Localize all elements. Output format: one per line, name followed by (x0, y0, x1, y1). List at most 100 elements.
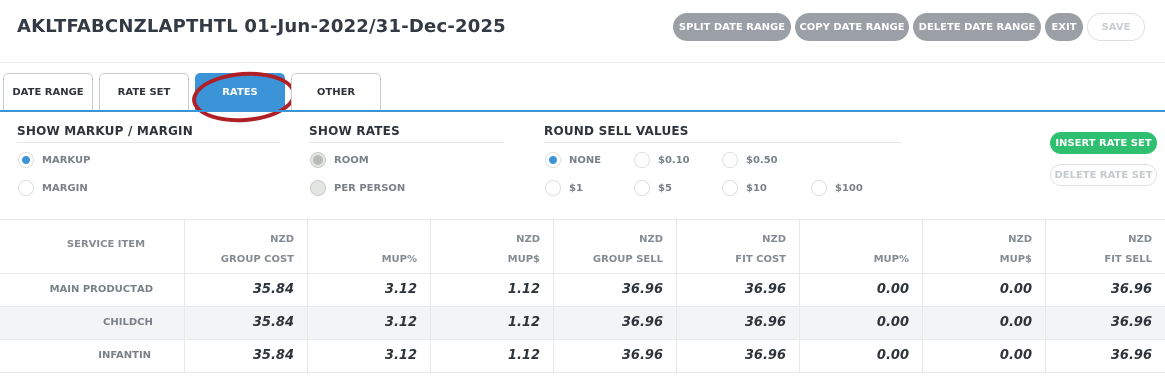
tab-date-range[interactable]: DATE RANGE (3, 73, 93, 111)
radio-label: $10 (746, 182, 767, 194)
column-currency: NZD (516, 234, 540, 245)
column-label: MUP% (873, 254, 909, 265)
column-header: NZD MUP$ (923, 220, 1046, 273)
radio-icon[interactable] (545, 180, 561, 196)
column-currency: NZD (1008, 234, 1032, 245)
column-label: GROUP COST (220, 254, 294, 265)
show-rates-heading: SHOW RATES (309, 124, 504, 143)
column-label: FIT COST (735, 254, 786, 265)
rate-cell[interactable]: 0.00 (800, 307, 923, 339)
radio-icon[interactable] (722, 152, 738, 168)
rate-cell[interactable]: 35.84 (185, 307, 308, 339)
column-label: GROUP SELL (592, 254, 663, 265)
service-item-cell: CHILD CH (0, 307, 185, 339)
radio-label: MARKUP (42, 154, 91, 166)
split-date-range-button[interactable]: SPLIT DATE RANGE (673, 13, 791, 41)
markup-radio-option[interactable]: MARKUP (18, 152, 90, 168)
radio-icon[interactable] (18, 152, 34, 168)
rate-cell[interactable]: 1.12 (431, 340, 554, 372)
column-header: MUP% (800, 220, 923, 273)
rate-cell[interactable]: 36.96 (677, 307, 800, 339)
rate-cell[interactable]: 0.00 (800, 274, 923, 306)
table-row: MAIN PRODUCT AD 35.84 3.12 1.12 36.96 36… (0, 274, 1165, 307)
radio-icon[interactable] (310, 180, 326, 196)
column-currency: NZD (762, 234, 786, 245)
rate-cell[interactable]: 36.96 (554, 340, 677, 372)
column-label: FIT SELL (1104, 254, 1152, 265)
delete-date-range-button[interactable]: DELETE DATE RANGE (913, 13, 1041, 41)
rate-cell[interactable]: 36.96 (677, 274, 800, 306)
rate-cell[interactable]: 36.96 (1046, 307, 1165, 339)
rate-cell[interactable]: 36.96 (554, 307, 677, 339)
rate-cell[interactable]: 3.12 (308, 340, 431, 372)
round-5-option[interactable]: $5 (634, 180, 672, 196)
round-1-option[interactable]: $1 (545, 180, 583, 196)
service-name: INFANT (98, 350, 139, 361)
top-actions: SPLIT DATE RANGE COPY DATE RANGE DELETE … (673, 13, 1145, 41)
round-050-option[interactable]: $0.50 (722, 152, 778, 168)
column-header: NZD GROUP COST (185, 220, 308, 273)
round-none-option[interactable]: NONE (545, 152, 601, 168)
table-row: CHILD CH 35.84 3.12 1.12 36.96 36.96 0.0… (0, 307, 1165, 340)
markup-heading: SHOW MARKUP / MARGIN (17, 124, 280, 143)
margin-radio-option[interactable]: MARGIN (18, 180, 88, 196)
round-010-option[interactable]: $0.10 (634, 152, 690, 168)
radio-label: MARGIN (42, 182, 88, 194)
room-radio-option[interactable]: ROOM (310, 152, 369, 168)
copy-date-range-button[interactable]: COPY DATE RANGE (795, 13, 909, 41)
radio-icon[interactable] (545, 152, 561, 168)
exit-button[interactable]: EXIT (1045, 13, 1083, 41)
tab-bar: DATE RANGE RATE SET RATES OTHER (3, 73, 381, 111)
page-title: AKLTFABCNZLAPTHTL 01-Jun-2022/31-Dec-202… (17, 16, 506, 37)
rate-cell[interactable]: 0.00 (923, 340, 1046, 372)
table-header-row: SERVICE ITEM NZD GROUP COST MUP% NZD MUP… (0, 220, 1165, 274)
service-name: CHILD (103, 317, 138, 328)
per-person-radio-option[interactable]: PER PERSON (310, 180, 405, 196)
round-10-option[interactable]: $10 (722, 180, 767, 196)
column-header: MUP% (308, 220, 431, 273)
table-row: INFANT IN 35.84 3.12 1.12 36.96 36.96 0.… (0, 340, 1165, 373)
rate-cell[interactable]: 1.12 (431, 274, 554, 306)
tab-rate-set[interactable]: RATE SET (99, 73, 189, 111)
radio-label: $100 (835, 182, 863, 194)
radio-label: $0.50 (746, 154, 778, 166)
radio-icon[interactable] (722, 180, 738, 196)
tabs-divider (0, 110, 1165, 112)
round-sell-heading: ROUND SELL VALUES (544, 124, 901, 143)
header-divider (0, 62, 1165, 63)
rate-cell[interactable]: 3.12 (308, 307, 431, 339)
radio-icon[interactable] (811, 180, 827, 196)
radio-label: PER PERSON (334, 182, 406, 194)
radio-icon[interactable] (634, 152, 650, 168)
rate-cell[interactable]: 3.12 (308, 274, 431, 306)
rate-cell[interactable]: 0.00 (800, 340, 923, 372)
service-name: MAIN PRODUCT (49, 284, 137, 295)
radio-icon[interactable] (18, 180, 34, 196)
delete-rate-set-button[interactable]: DELETE RATE SET (1050, 164, 1157, 186)
service-code: AD (136, 284, 154, 295)
radio-icon[interactable] (310, 152, 326, 168)
rate-cell[interactable]: 35.84 (185, 340, 308, 372)
radio-icon[interactable] (634, 180, 650, 196)
radio-label: $5 (658, 182, 672, 194)
round-100-option[interactable]: $100 (811, 180, 863, 196)
rates-table: SERVICE ITEM NZD GROUP COST MUP% NZD MUP… (0, 219, 1165, 373)
column-header: NZD FIT SELL (1046, 220, 1165, 273)
save-button[interactable]: SAVE (1087, 13, 1145, 41)
service-code: CH (137, 317, 153, 328)
rate-cell[interactable]: 1.12 (431, 307, 554, 339)
rate-cell[interactable]: 0.00 (923, 307, 1046, 339)
rate-cell[interactable]: 36.96 (554, 274, 677, 306)
service-item-cell: MAIN PRODUCT AD (0, 274, 185, 306)
column-currency: NZD (1128, 234, 1152, 245)
rate-cell[interactable]: 36.96 (677, 340, 800, 372)
insert-rate-set-button[interactable]: INSERT RATE SET (1050, 132, 1157, 154)
radio-label: ROOM (334, 154, 369, 166)
rate-cell[interactable]: 0.00 (923, 274, 1046, 306)
rate-cell[interactable]: 35.84 (185, 274, 308, 306)
column-header: NZD GROUP SELL (554, 220, 677, 273)
tab-rates[interactable]: RATES (195, 73, 285, 111)
rate-cell[interactable]: 36.96 (1046, 340, 1165, 372)
rate-cell[interactable]: 36.96 (1046, 274, 1165, 306)
tab-other[interactable]: OTHER (291, 73, 381, 111)
